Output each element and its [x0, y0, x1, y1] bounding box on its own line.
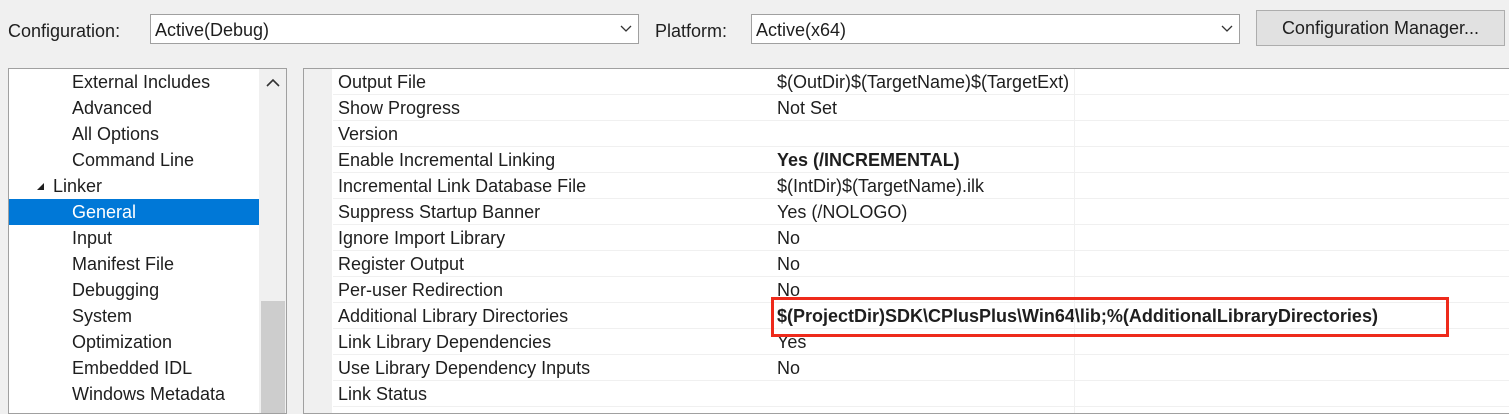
property-name: Version — [338, 124, 399, 144]
tree-item-debugging[interactable]: Debugging — [9, 277, 259, 303]
property-row[interactable]: Link Status — [333, 381, 1509, 407]
platform-dropdown[interactable]: Active(x64) — [751, 14, 1240, 44]
column-divider[interactable] — [1074, 69, 1075, 413]
tree-item-windows-metadata[interactable]: Windows Metadata — [9, 381, 259, 407]
tree-item-embedded-idl[interactable]: Embedded IDL — [9, 355, 259, 381]
property-name: Ignore Import Library — [338, 228, 506, 248]
property-name: Suppress Startup Banner — [338, 202, 541, 222]
property-row[interactable]: Show Progress Not Set — [333, 95, 1509, 121]
annotation-highlight-box — [771, 297, 1449, 337]
configuration-manager-button[interactable]: Configuration Manager... — [1256, 10, 1505, 46]
tree-item-label: Linker — [53, 176, 103, 196]
tree-item-general[interactable]: General — [9, 199, 259, 225]
tree-item-all-options[interactable]: All Options — [9, 121, 259, 147]
property-value[interactable]: $(IntDir)$(TargetName).ilk — [777, 173, 984, 199]
chevron-down-icon — [620, 25, 632, 32]
tree-item-label: Debugging — [72, 280, 160, 300]
property-tree: External Includes Advanced All Options C… — [8, 68, 287, 414]
property-value[interactable]: Yes (/NOLOGO) — [777, 199, 907, 225]
property-name: Link Library Dependencies — [338, 332, 552, 352]
configuration-dropdown[interactable]: Active(Debug) — [150, 14, 639, 44]
property-name: Enable Incremental Linking — [338, 150, 556, 170]
property-row[interactable]: Ignore Import Library No — [333, 225, 1509, 251]
scroll-up-arrow-icon[interactable] — [259, 69, 287, 97]
property-row[interactable]: Incremental Link Database File $(IntDir)… — [333, 173, 1509, 199]
tree-item-label: Windows Metadata — [72, 384, 226, 404]
property-name: Use Library Dependency Inputs — [338, 358, 591, 378]
tree-item-label: All Options — [72, 124, 160, 144]
property-value[interactable]: $(OutDir)$(TargetName)$(TargetExt) — [777, 69, 1069, 95]
tree-item-linker[interactable]: Linker — [9, 173, 259, 199]
property-value[interactable]: Yes (/INCREMENTAL) — [777, 147, 960, 173]
tree-item-external-includes[interactable]: External Includes — [9, 69, 259, 95]
tree-item-label: Command Line — [72, 150, 195, 170]
property-name: Per-user Redirection — [338, 280, 504, 300]
property-row[interactable]: Enable Incremental Linking Yes (/INCREME… — [333, 147, 1509, 173]
tree-item-label: General — [72, 202, 137, 222]
property-row[interactable]: Version — [333, 121, 1509, 147]
property-value[interactable]: No — [777, 225, 800, 251]
property-name: Link Status — [338, 384, 428, 404]
property-name: Register Output — [338, 254, 465, 274]
tree-item-label: Embedded IDL — [72, 358, 193, 378]
tree-item-label: System — [72, 306, 133, 326]
tree-item-label: Optimization — [72, 332, 173, 352]
property-value[interactable]: No — [777, 355, 800, 381]
property-row[interactable]: Suppress Startup Banner Yes (/NOLOGO) — [333, 199, 1509, 225]
platform-value: Active(x64) — [756, 20, 847, 40]
tree-item-label: Manifest File — [72, 254, 175, 274]
property-row[interactable]: Register Output No — [333, 251, 1509, 277]
tree-item-manifest-file[interactable]: Manifest File — [9, 251, 259, 277]
tree-item-optimization[interactable]: Optimization — [9, 329, 259, 355]
tree-item-label: Input — [72, 228, 113, 248]
tree-item-advanced[interactable]: Advanced — [9, 95, 259, 121]
property-grid: Output File $(OutDir)$(TargetName)$(Targ… — [303, 68, 1509, 414]
grid-gutter — [304, 69, 332, 413]
property-name: Incremental Link Database File — [338, 176, 587, 196]
tree-scrollbar[interactable] — [259, 69, 287, 413]
property-row[interactable]: Use Library Dependency Inputs No — [333, 355, 1509, 381]
scrollbar-thumb[interactable] — [261, 301, 285, 413]
property-row[interactable]: Output File $(OutDir)$(TargetName)$(Targ… — [333, 69, 1509, 95]
tree-item-input[interactable]: Input — [9, 225, 259, 251]
tree-item-label: Advanced — [72, 98, 153, 118]
chevron-down-icon — [1221, 25, 1233, 32]
configuration-label: Configuration: — [8, 21, 121, 41]
expanded-triangle-icon[interactable] — [36, 182, 45, 191]
platform-label: Platform: — [655, 21, 728, 41]
property-value[interactable]: Not Set — [777, 95, 837, 121]
property-name: Additional Library Directories — [338, 306, 569, 326]
configuration-value: Active(Debug) — [155, 20, 270, 40]
tree-item-command-line[interactable]: Command Line — [9, 147, 259, 173]
property-name: Output File — [338, 72, 427, 92]
property-name: Show Progress — [338, 98, 461, 118]
property-value[interactable]: No — [777, 251, 800, 277]
tree-item-system[interactable]: System — [9, 303, 259, 329]
tree-item-label: External Includes — [72, 72, 211, 92]
